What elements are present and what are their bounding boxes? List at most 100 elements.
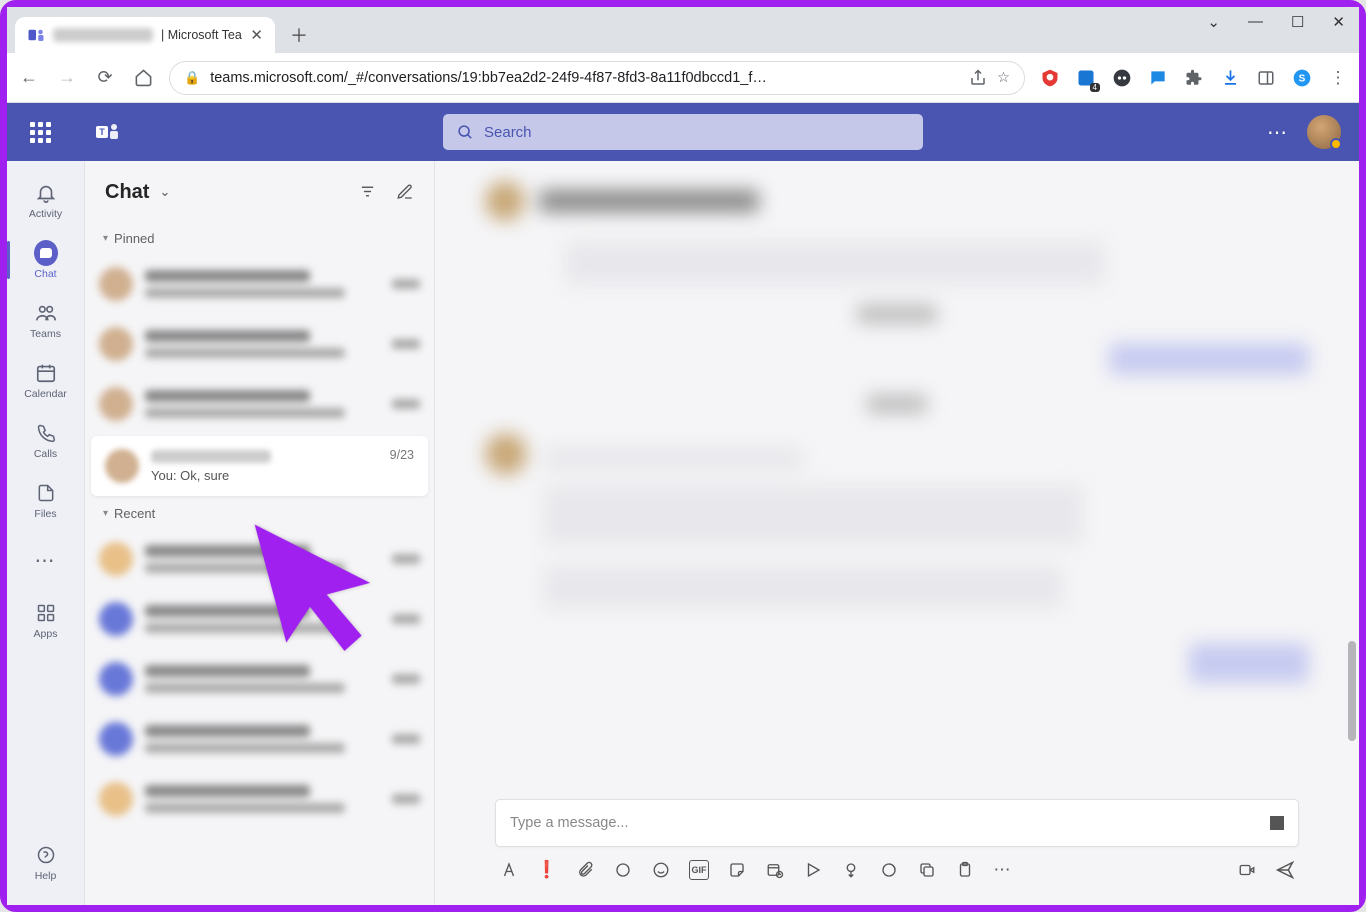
chat-title[interactable]: Chat — [105, 181, 149, 204]
video-clip-icon[interactable] — [1237, 860, 1257, 880]
format-icon[interactable] — [499, 860, 519, 880]
back-button[interactable]: ← — [17, 66, 41, 90]
file-icon — [34, 481, 58, 505]
rail-apps[interactable]: Apps — [7, 591, 85, 649]
extensions-row: 4 S ⋮ — [1039, 67, 1349, 89]
chat-item-blurred[interactable] — [85, 589, 434, 649]
scrollbar[interactable] — [1348, 641, 1356, 741]
tab-title-blurred — [53, 28, 153, 42]
teams-logo-icon: T — [95, 120, 119, 144]
ublock-icon[interactable] — [1039, 67, 1061, 89]
help-icon — [34, 843, 58, 867]
chat-item-blurred[interactable] — [85, 254, 434, 314]
search-box[interactable]: Search — [443, 114, 923, 150]
download-icon[interactable] — [1219, 67, 1241, 89]
compose-placeholder: Type a message... — [510, 815, 628, 831]
circle-s-icon[interactable]: S — [1291, 67, 1313, 89]
compose-toolbar: ❗ GIF ⋯ — [495, 847, 1299, 887]
chevron-down-icon[interactable]: ⌄ — [159, 184, 170, 200]
more-options-icon[interactable]: ⋯ — [1267, 120, 1289, 145]
chat-item-blurred[interactable] — [85, 709, 434, 769]
browser-toolbar: ← → ⟳ 🔒 teams.microsoft.com/_#/conversat… — [7, 53, 1359, 103]
browser-tab-active[interactable]: | Microsoft Tea ✕ — [15, 17, 275, 53]
chat-preview: You: Ok, sure — [151, 468, 378, 483]
user-avatar[interactable] — [1307, 115, 1341, 149]
teams-favicon — [27, 26, 45, 44]
priority-icon[interactable]: ❗ — [537, 860, 557, 880]
forward-button[interactable]: → — [55, 66, 79, 90]
phone-icon — [34, 421, 58, 445]
calendar-icon — [34, 361, 58, 385]
teams-header: T Search ⋯ — [7, 103, 1359, 161]
rail-more[interactable]: ⋯ — [7, 531, 85, 589]
browser-tab-strip: | Microsoft Tea ✕ ＋ ⌄ — ☐ ✕ — [7, 7, 1359, 53]
people-icon — [34, 301, 58, 325]
tab-title-suffix: | Microsoft Tea — [161, 28, 242, 42]
url-text: teams.microsoft.com/_#/conversations/19:… — [210, 70, 959, 86]
reload-button[interactable]: ⟳ — [93, 66, 117, 90]
compose-panel-icon[interactable] — [1270, 816, 1284, 830]
home-button[interactable] — [131, 66, 155, 90]
emoji-icon[interactable] — [651, 860, 671, 880]
sticker-icon[interactable] — [727, 860, 747, 880]
window-controls: ⌄ — ☐ ✕ — [1207, 13, 1345, 31]
compose-area: Type a message... ❗ GIF — [495, 799, 1299, 887]
chrome-menu-icon[interactable]: ⋮ — [1327, 67, 1349, 89]
contact-name-blurred — [151, 450, 271, 463]
svg-text:S: S — [1299, 73, 1306, 84]
teams-app: T Search ⋯ Activity Chat — [7, 103, 1359, 905]
maximize-icon[interactable]: ☐ — [1291, 13, 1304, 31]
more-compose-icon[interactable]: ⋯ — [993, 860, 1013, 880]
chat-item-blurred[interactable] — [85, 649, 434, 709]
loop-icon[interactable] — [613, 860, 633, 880]
close-window-icon[interactable]: ✕ — [1332, 13, 1345, 31]
rail-help[interactable]: Help — [7, 833, 85, 891]
waffle-menu-icon[interactable] — [25, 117, 55, 147]
chat-item-blurred[interactable] — [85, 529, 434, 589]
tab-close-icon[interactable]: ✕ — [250, 26, 263, 44]
sidepanel-icon[interactable] — [1255, 67, 1277, 89]
bookmark-star-icon[interactable]: ☆ — [997, 70, 1010, 86]
chat-item-blurred[interactable] — [85, 769, 434, 829]
stream-icon[interactable] — [803, 860, 823, 880]
share-icon[interactable] — [969, 69, 987, 87]
clipboard-icon[interactable] — [955, 860, 975, 880]
message-input[interactable]: Type a message... — [495, 799, 1299, 847]
conversation-blurred — [435, 161, 1359, 905]
chevron-down-icon[interactable]: ⌄ — [1207, 13, 1220, 31]
schedule-icon[interactable] — [765, 860, 785, 880]
gif-icon[interactable]: GIF — [689, 860, 709, 880]
new-tab-button[interactable]: ＋ — [285, 21, 313, 49]
approvals-icon[interactable] — [841, 860, 861, 880]
copy-icon[interactable] — [917, 860, 937, 880]
rail-calendar[interactable]: Calendar — [7, 351, 85, 409]
recent-section[interactable]: ▾ Recent — [85, 498, 434, 529]
chat-icon — [34, 241, 58, 265]
extension-badge-icon[interactable]: 4 — [1075, 67, 1097, 89]
puzzle-icon[interactable] — [1183, 67, 1205, 89]
chat-list-header: Chat ⌄ — [85, 161, 434, 223]
chat-avatar — [105, 449, 139, 483]
chat-extension-icon[interactable] — [1147, 67, 1169, 89]
attach-icon[interactable] — [575, 860, 595, 880]
viva-icon[interactable] — [879, 860, 899, 880]
search-icon — [457, 124, 474, 141]
rail-files[interactable]: Files — [7, 471, 85, 529]
new-chat-icon[interactable] — [396, 183, 414, 201]
presence-away-icon — [1330, 138, 1342, 150]
rail-teams[interactable]: Teams — [7, 291, 85, 349]
chat-item-active[interactable]: You: Ok, sure 9/23 — [91, 436, 428, 496]
pinned-section[interactable]: ▾ Pinned — [85, 223, 434, 254]
minimize-icon[interactable]: — — [1248, 13, 1263, 31]
discord-icon[interactable] — [1111, 67, 1133, 89]
chat-item-blurred[interactable] — [85, 314, 434, 374]
apps-grid-icon — [34, 601, 58, 625]
rail-activity[interactable]: Activity — [7, 171, 85, 229]
chat-item-blurred[interactable] — [85, 374, 434, 434]
rail-calls[interactable]: Calls — [7, 411, 85, 469]
filter-icon[interactable] — [359, 183, 376, 201]
search-placeholder: Search — [484, 124, 532, 141]
rail-chat[interactable]: Chat — [7, 231, 85, 289]
address-bar[interactable]: 🔒 teams.microsoft.com/_#/conversations/1… — [169, 61, 1025, 95]
send-icon[interactable] — [1275, 860, 1295, 880]
